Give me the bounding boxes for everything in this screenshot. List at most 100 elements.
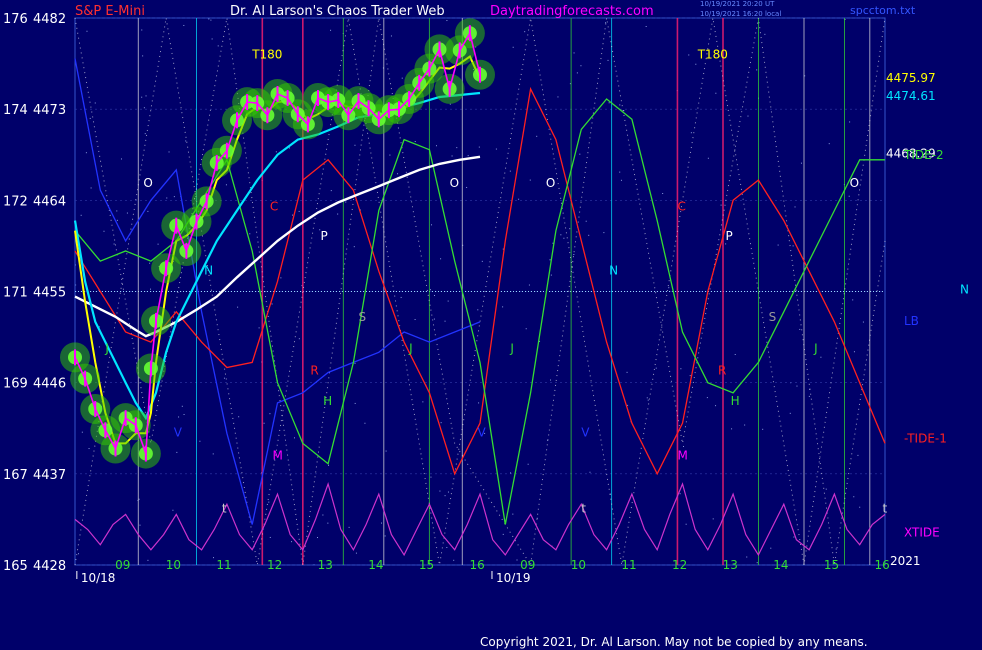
star-dot [185, 140, 187, 142]
cycle-marker-label: O [850, 176, 859, 190]
star-dot [683, 445, 685, 447]
cycle-marker-label: R [310, 364, 318, 378]
hour-tick-label: 13 [318, 558, 333, 572]
cycle-marker-label: S [359, 310, 367, 324]
star-dot [573, 254, 575, 256]
cycle-marker-label: M [272, 449, 282, 463]
star-dot [446, 20, 448, 22]
cycle-marker-label: V [174, 425, 183, 439]
star-dot [762, 428, 764, 430]
star-dot [354, 362, 356, 364]
last-value-label: 4475.97 [886, 71, 936, 85]
star-dot [607, 59, 609, 61]
star-dot [792, 245, 794, 247]
star-dot [627, 404, 629, 406]
star-dot [525, 328, 527, 330]
cycle-marker-label: N [609, 263, 618, 277]
cycle-marker-label: J [813, 341, 818, 355]
cycle-marker-label: H [323, 394, 332, 408]
star-dot [645, 25, 647, 27]
star-dot [98, 346, 100, 348]
star-dot [381, 522, 382, 524]
star-dot [138, 498, 140, 500]
star-dot [440, 258, 442, 260]
star-dot [849, 121, 851, 123]
star-dot [646, 397, 648, 399]
star-dot [86, 30, 88, 32]
star-dot [116, 210, 118, 212]
cycle-marker-label: V [477, 425, 486, 439]
star-dot [173, 196, 175, 198]
star-dot [516, 559, 518, 561]
y-tick-label-left: 171 [3, 286, 28, 301]
cycle-marker-label: t [882, 501, 887, 515]
star-dot [524, 31, 526, 33]
star-dot [181, 405, 183, 407]
hour-tick-label: 11 [621, 558, 636, 572]
series-right-label: TIDE-2 [903, 148, 944, 162]
star-dot [707, 157, 709, 159]
y-tick-label-left: 176 [3, 12, 28, 27]
y-tick-label-left: 169 [3, 377, 28, 392]
star-dot [808, 395, 810, 397]
star-dot [451, 155, 453, 157]
star-dot [481, 260, 483, 262]
star-dot [679, 493, 681, 495]
star-dot [715, 92, 717, 94]
star-dot [322, 514, 324, 516]
cycle-marker-label: T180 [251, 48, 282, 62]
cycle-marker-label: C [270, 199, 278, 213]
star-dot [150, 288, 152, 290]
star-dot [141, 96, 143, 98]
cycle-marker-label: P [321, 229, 328, 243]
star-dot [518, 198, 520, 200]
date-label: 10/18 [81, 571, 116, 585]
cycle-marker-label: T180 [697, 48, 728, 62]
star-dot [527, 463, 529, 465]
star-dot [853, 496, 855, 498]
star-dot [502, 306, 504, 308]
star-dot [789, 412, 791, 414]
star-dot [397, 173, 399, 175]
hour-tick-label: 15 [824, 558, 839, 572]
star-dot [793, 536, 795, 538]
cycle-marker-label: J [408, 341, 413, 355]
star-dot [94, 102, 96, 104]
star-dot [225, 184, 227, 186]
star-dot [794, 206, 796, 208]
cycle-marker-label: t [581, 501, 586, 515]
cycle-marker-label: t [222, 501, 227, 515]
date-label: 10/19 [496, 571, 531, 585]
site-url[interactable]: Daytradingforecasts.com [490, 4, 654, 19]
star-dot [90, 187, 92, 189]
cycle-marker-label: M [677, 449, 687, 463]
star-dot [89, 117, 91, 119]
star-dot [859, 506, 861, 508]
star-dot [796, 385, 798, 387]
star-dot [354, 402, 356, 404]
star-dot [605, 22, 607, 24]
star-dot [211, 38, 213, 40]
star-dot [756, 562, 758, 564]
star-dot [208, 18, 210, 20]
cycle-marker-label: R [718, 364, 726, 378]
star-dot [238, 416, 240, 418]
star-dot [444, 320, 446, 322]
series-right-label: -TIDE-1 [904, 431, 947, 445]
star-dot [549, 259, 551, 261]
star-dot [620, 179, 622, 181]
star-dot [422, 401, 424, 403]
star-dot [355, 552, 357, 554]
star-dot [647, 399, 649, 401]
star-dot [385, 450, 387, 452]
star-dot [145, 95, 147, 97]
star-dot [176, 451, 178, 453]
star-dot [401, 77, 403, 79]
star-dot [695, 63, 697, 65]
star-dot [178, 416, 180, 418]
star-dot [435, 145, 437, 147]
hour-tick-label: 16 [469, 558, 484, 572]
star-dot [78, 553, 80, 555]
star-dot [573, 52, 575, 54]
star-dot [510, 472, 512, 474]
